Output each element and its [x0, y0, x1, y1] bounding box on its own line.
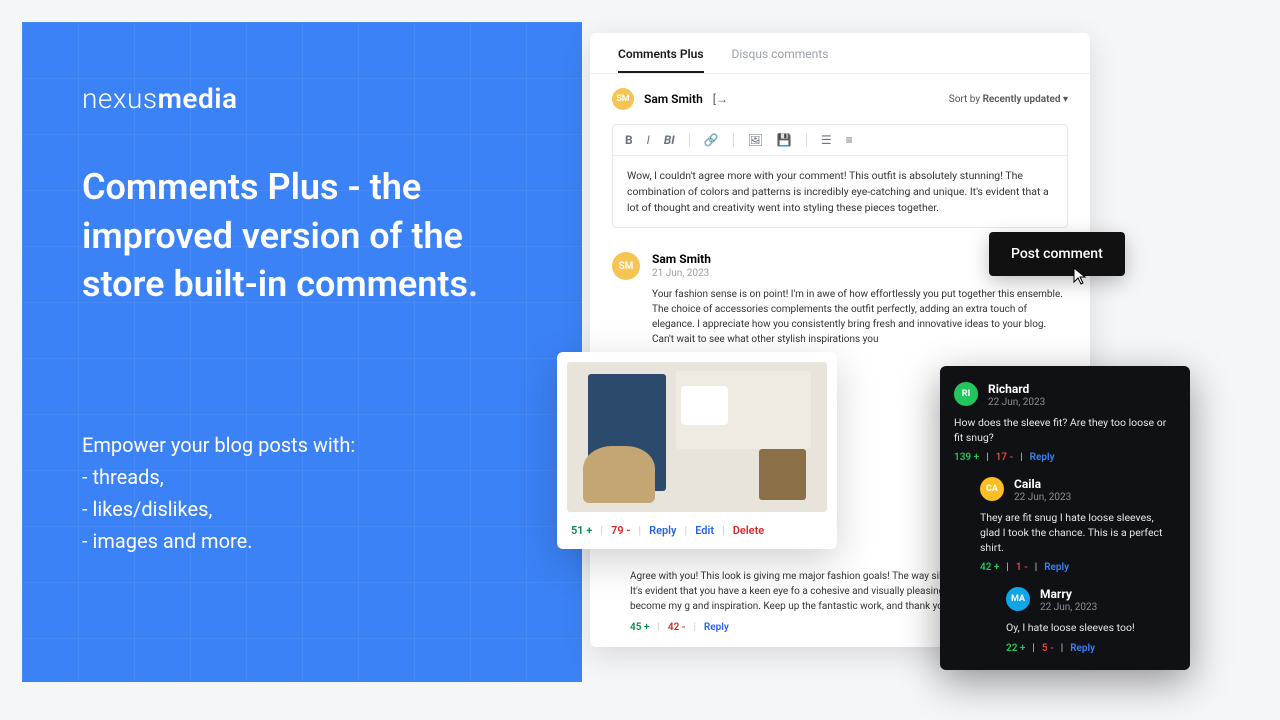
- avatar: SM: [612, 252, 640, 280]
- chevron-down-icon: ▾: [1063, 94, 1068, 105]
- downvote[interactable]: 17 -: [996, 452, 1014, 463]
- comment-date: 22 Jun, 2023: [988, 397, 1045, 408]
- delete-link[interactable]: Delete: [733, 524, 764, 537]
- comment-editor: B I BI 🔗 🖼 💾 ☰ ≡ Wow, I couldn't agree m…: [612, 124, 1068, 228]
- avatar: RI: [954, 382, 978, 406]
- user-row: SM Sam Smith [→ Sort by Recently updated…: [590, 74, 1090, 124]
- save-icon[interactable]: 💾: [777, 133, 792, 147]
- reply-link[interactable]: Reply: [649, 524, 676, 537]
- reply-link[interactable]: Reply: [1044, 562, 1069, 573]
- bold-icon[interactable]: B: [625, 133, 633, 147]
- downvote[interactable]: 5 -: [1042, 643, 1054, 654]
- sort-dropdown[interactable]: Sort by Recently updated ▾: [949, 94, 1068, 105]
- comment-text: How does the sleeve fit? Are they too lo…: [954, 416, 1176, 445]
- tab-comments-plus[interactable]: Comments Plus: [618, 47, 704, 73]
- avatar: MA: [1006, 587, 1030, 611]
- upvote[interactable]: 22 +: [1006, 643, 1025, 654]
- cursor-icon: [1072, 266, 1088, 291]
- subtext: Empower your blog posts with: - threads,…: [82, 429, 522, 557]
- reply-link[interactable]: Reply: [704, 622, 729, 633]
- tabs: Comments Plus Disqus comments: [590, 33, 1090, 74]
- comment-text: Your fashion sense is on point! I'm in a…: [652, 287, 1068, 347]
- ol-icon[interactable]: ≡: [846, 133, 853, 147]
- comment-image: [567, 362, 827, 512]
- avatar: CA: [980, 477, 1004, 501]
- image-comment-card: 51 + | 79 - | Reply | Edit | Delete: [557, 352, 837, 549]
- editor-toolbar: B I BI 🔗 🖼 💾 ☰ ≡: [613, 125, 1067, 156]
- upvote[interactable]: 51 +: [571, 524, 592, 537]
- upvote[interactable]: 42 +: [980, 562, 999, 573]
- dark-comment: CA Caila22 Jun, 2023: [980, 477, 1176, 503]
- bolditalic-icon[interactable]: BI: [664, 133, 675, 147]
- image-card-meta: 51 + | 79 - | Reply | Edit | Delete: [567, 522, 827, 539]
- edit-link[interactable]: Edit: [695, 524, 714, 537]
- upvote[interactable]: 139 +: [954, 452, 979, 463]
- dark-comments-widget: RI Richard 22 Jun, 2023 How does the sle…: [940, 366, 1190, 670]
- comment-author: Richard: [988, 382, 1045, 396]
- upvote[interactable]: 45 +: [630, 622, 649, 633]
- downvote[interactable]: 79 -: [611, 524, 630, 537]
- tab-disqus[interactable]: Disqus comments: [732, 47, 829, 73]
- italic-icon[interactable]: I: [647, 133, 650, 147]
- dark-comment: MA Marry22 Jun, 2023: [1006, 587, 1176, 613]
- post-comment-button[interactable]: Post comment: [989, 232, 1125, 276]
- reply-link[interactable]: Reply: [1070, 643, 1095, 654]
- ul-icon[interactable]: ☰: [821, 133, 832, 147]
- downvote[interactable]: 42 -: [668, 622, 686, 633]
- avatar: SM: [612, 88, 634, 110]
- logout-icon[interactable]: [→: [713, 92, 728, 106]
- image-icon[interactable]: 🖼: [748, 133, 763, 147]
- marketing-panel: nexusmedia Comments Plus - the improved …: [22, 22, 582, 682]
- reply-link[interactable]: Reply: [1030, 452, 1055, 463]
- downvote[interactable]: 1 -: [1016, 562, 1028, 573]
- headline: Comments Plus - the improved version of …: [82, 163, 522, 309]
- brand-logo: nexusmedia: [82, 82, 522, 115]
- dark-comment: RI Richard 22 Jun, 2023: [954, 382, 1176, 408]
- link-icon[interactable]: 🔗: [704, 133, 719, 147]
- username: Sam Smith: [644, 92, 703, 106]
- editor-textarea[interactable]: Wow, I couldn't agree more with your com…: [613, 156, 1067, 227]
